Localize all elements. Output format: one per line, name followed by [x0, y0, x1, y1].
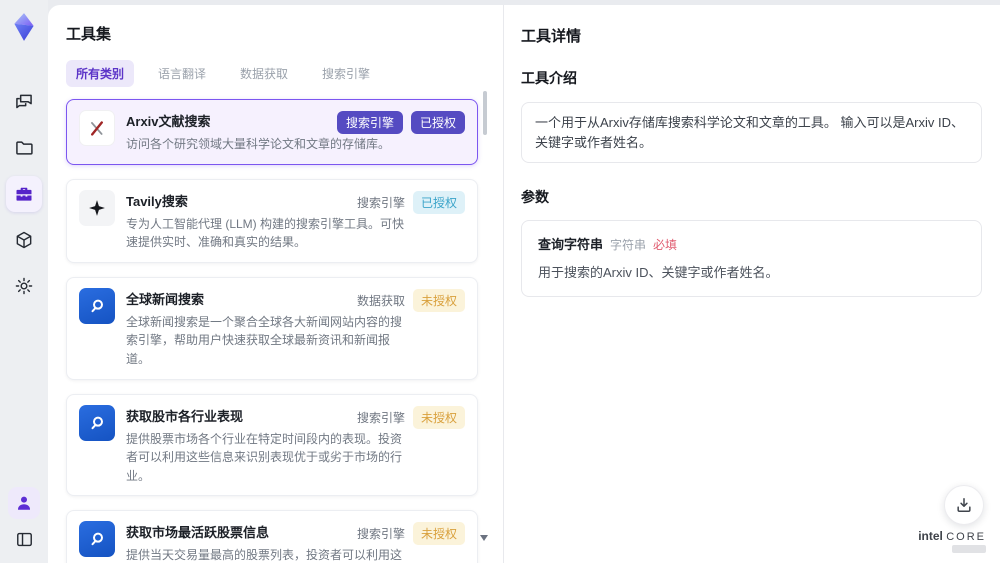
tool-description: 提供股票市场各个行业在特定时间段内的表现。投资者可以利用这些信息来识别表现优于或…	[126, 431, 403, 483]
auth-status-tag[interactable]: 已授权	[410, 111, 465, 134]
category-tag[interactable]: 搜索引擎	[336, 111, 403, 134]
app-logo[interactable]	[7, 8, 41, 46]
user-icon	[18, 496, 30, 510]
tab-language-translation[interactable]: 语言翻译	[148, 60, 216, 87]
sidebar-item-collapse[interactable]	[8, 523, 40, 555]
tool-description: 专为人工智能代理 (LLM) 构建的搜索引擎工具。可快速提供实时、准确和真实的结…	[126, 216, 405, 250]
parameter-type: 字符串	[610, 238, 647, 252]
arxiv-icon	[79, 110, 115, 146]
blue-search-icon	[79, 404, 115, 441]
intel-core-text: intel CORE	[918, 529, 986, 543]
category-tag: 搜索引擎	[356, 195, 405, 210]
blue-search-icon	[79, 287, 115, 324]
cube-icon	[16, 231, 32, 249]
tool-tags: 搜索引擎 未授权	[356, 522, 465, 546]
list-scrollbar-thumb[interactable]	[483, 91, 487, 135]
params-section-title: 参数	[521, 189, 549, 205]
sidebar-item-files[interactable]	[6, 130, 42, 166]
gear-icon	[15, 277, 33, 295]
tool-intro-box: 一个用于从Arxiv存储库搜索科学论文和文章的工具。 输入可以是Arxiv ID…	[521, 102, 982, 163]
tool-detail-panel: 工具详情 工具介绍 一个用于从Arxiv存储库搜索科学论文和文章的工具。 输入可…	[504, 5, 1000, 563]
tool-list-panel: 工具集 所有类别 语言翻译 数据获取 搜索引擎 Arxiv文献搜索 访问各个研究…	[48, 5, 503, 563]
auth-status-badge: 未授权	[412, 405, 465, 429]
parameter-header: 查询字符串 字符串 必填	[538, 234, 965, 253]
sidebar-item-settings[interactable]	[6, 268, 42, 304]
tool-description: 访问各个研究领域大量科学论文和文章的存储库。	[126, 137, 391, 151]
sidebar-item-account[interactable]	[8, 487, 40, 519]
tab-search-engine[interactable]: 搜索引擎	[312, 60, 380, 87]
tab-all-categories[interactable]: 所有类别	[66, 60, 135, 87]
sidebar-item-chat[interactable]	[6, 84, 42, 120]
blue-search-icon	[79, 521, 115, 558]
tool-card-sector-performance[interactable]: 获取股市各行业表现 提供股票市场各个行业在特定时间段内的表现。投资者可以利用这些…	[66, 393, 478, 497]
panel-toggle-icon	[16, 532, 32, 546]
chat-icon	[16, 94, 32, 109]
sparkle-icon	[79, 189, 115, 226]
parameter-description: 用于搜索的Arxiv ID、关键字或作者姓名。	[538, 265, 779, 280]
list-scroll-down-arrow[interactable]	[480, 535, 488, 541]
main-content: 工具集 所有类别 语言翻译 数据获取 搜索引擎 Arxiv文献搜索 访问各个研究…	[48, 5, 1000, 563]
auth-status-badge: 未授权	[412, 522, 465, 546]
category-tabs: 所有类别 语言翻译 数据获取 搜索引擎	[66, 60, 503, 87]
tool-tags: 搜索引擎 已授权	[336, 111, 465, 134]
category-tag: 搜索引擎	[356, 527, 405, 542]
intro-section-title: 工具介绍	[521, 70, 577, 86]
core-wordmark: CORE	[946, 531, 986, 543]
auth-status-badge: 已授权	[412, 190, 465, 214]
intel-ultra-badge	[952, 545, 986, 553]
category-tag: 搜索引擎	[356, 410, 405, 425]
download-icon	[957, 498, 971, 512]
sidebar	[0, 0, 48, 563]
parameter-card: 查询字符串 字符串 必填 用于搜索的Arxiv ID、关键字或作者姓名。	[521, 220, 982, 297]
tool-card-arxiv[interactable]: Arxiv文献搜索 访问各个研究领域大量科学论文和文章的存储库。 搜索引擎 已授…	[66, 99, 478, 165]
page-title: 工具集	[66, 26, 112, 43]
parameter-required-flag: 必填	[653, 238, 678, 252]
category-tag: 数据获取	[356, 293, 405, 308]
tool-tags: 数据获取 未授权	[356, 288, 465, 312]
tool-intro-text: 一个用于从Arxiv存储库搜索科学论文和文章的工具。 输入可以是Arxiv ID…	[535, 115, 965, 150]
detail-panel-title: 工具详情	[521, 28, 582, 45]
parameter-name: 查询字符串	[538, 237, 604, 252]
tool-card-list: Arxiv文献搜索 访问各个研究领域大量科学论文和文章的存储库。 搜索引擎 已授…	[66, 99, 478, 563]
tool-card-tavily[interactable]: Tavily搜索 专为人工智能代理 (LLM) 构建的搜索引擎工具。可快速提供实…	[66, 178, 478, 263]
tool-card-most-active-stocks[interactable]: 获取市场最活跃股票信息 提供当天交易量最高的股票列表，投资者可以利用这些信息来识…	[66, 510, 478, 563]
tool-tags: 搜索引擎 已授权	[356, 190, 465, 214]
app-logo-icon	[14, 13, 34, 41]
toolbox-icon	[16, 187, 32, 201]
tool-tags: 搜索引擎 未授权	[356, 405, 465, 429]
tab-data-acquisition[interactable]: 数据获取	[230, 60, 298, 87]
sidebar-bottom	[8, 487, 40, 555]
intel-wordmark: intel	[918, 529, 943, 543]
sidebar-item-models[interactable]	[6, 222, 42, 258]
tool-description: 全球新闻搜索是一个聚合全球各大新闻网站内容的搜索引擎，帮助用户快速获取全球最新资…	[126, 314, 403, 366]
auth-status-badge: 未授权	[412, 288, 465, 312]
sidebar-nav	[6, 84, 42, 304]
folder-icon	[16, 141, 33, 155]
tool-description: 提供当天交易量最高的股票列表，投资者可以利用这些信息来识别流动性强的股票和潜在的…	[126, 548, 403, 563]
sidebar-item-tools[interactable]	[6, 176, 42, 212]
download-button[interactable]	[944, 485, 984, 525]
intel-core-logo: intel CORE	[918, 529, 986, 553]
tool-card-global-news[interactable]: 全球新闻搜索 全球新闻搜索是一个聚合全球各大新闻网站内容的搜索引擎，帮助用户快速…	[66, 276, 478, 380]
